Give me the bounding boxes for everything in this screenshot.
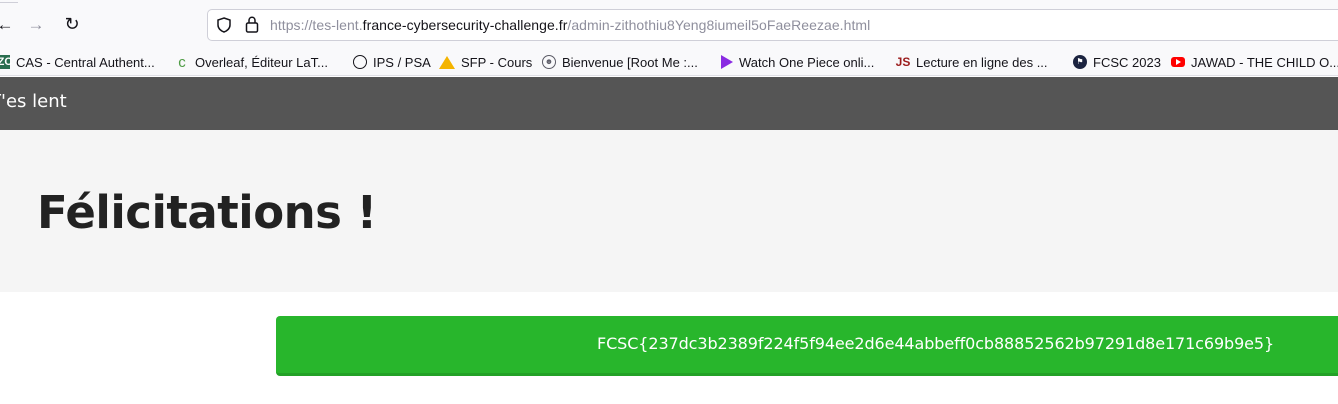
bookmark-label: IPS / PSA	[373, 54, 431, 70]
bookmark-jawad[interactable]: JAWAD - THE CHILD O...	[1171, 52, 1338, 72]
tracking-protection-shield-icon[interactable]	[217, 17, 231, 33]
reload-icon[interactable]: ↻	[61, 13, 83, 35]
url-domain: france-cybersecurity-challenge.fr	[362, 17, 568, 33]
flag-text: FCSC{237dc3b2389f224f5f94ee2d6e44abbeff0…	[597, 334, 1275, 353]
bookmark-root-me[interactable]: ☻ Bienvenue [Root Me :...	[542, 52, 698, 72]
url-subdomain: tes-lent.	[312, 17, 363, 33]
root-me-favicon-icon: ☻	[542, 55, 556, 69]
fcsc-favicon-icon: ⚑	[1073, 55, 1087, 69]
bookmark-lecture[interactable]: JS Lecture en ligne des ...	[896, 52, 1048, 72]
bookmark-label: Overleaf, Éditeur LaT...	[195, 54, 328, 70]
bookmark-sfp-cours[interactable]: SFP - Cours	[439, 52, 532, 72]
url-scheme: https://	[270, 17, 313, 33]
lock-icon[interactable]	[245, 16, 259, 33]
bookmark-label: CAS - Central Authent...	[16, 54, 155, 70]
tab-edge	[0, 0, 18, 3]
browser-toolbar: ← → ↻ https://tes-lent.france-cybersecur…	[0, 0, 1338, 48]
forward-arrow-icon[interactable]: →	[25, 13, 47, 35]
bookmark-one-piece[interactable]: Watch One Piece onli...	[719, 52, 874, 72]
bookmark-label: JAWAD - THE CHILD O...	[1191, 54, 1338, 70]
youtube-favicon-icon	[1171, 57, 1185, 67]
bookmark-overleaf[interactable]: ϲ Overleaf, Éditeur LaT...	[175, 52, 328, 72]
site-navbar: T'es lent	[0, 77, 1338, 130]
page-title: Félicitations !	[37, 186, 377, 239]
bookmark-label: FCSC 2023	[1093, 54, 1161, 70]
site-brand-link[interactable]: T'es lent	[0, 91, 67, 112]
bookmark-ips-psa[interactable]: IPS / PSA	[353, 52, 431, 72]
bookmark-label: SFP - Cours	[461, 54, 533, 70]
play-favicon-icon	[721, 55, 733, 69]
back-arrow-icon[interactable]: ←	[0, 13, 16, 35]
bookmark-fcsc-2023[interactable]: ⚑ FCSC 2023	[1073, 52, 1161, 72]
bookmark-label: Lecture en ligne des ...	[916, 54, 1048, 70]
overleaf-favicon-icon: ϲ	[178, 53, 186, 71]
bookmark-cas[interactable]: ZC CAS - Central Authent...	[0, 52, 155, 72]
url-path: /admin-zithothiu8Yeng8iumeil5oFaeReezae.…	[567, 17, 871, 33]
hero-jumbotron: Félicitations !	[0, 130, 1338, 292]
address-bar[interactable]: https://tes-lent.france-cybersecurity-ch…	[207, 9, 1338, 41]
bookmark-label: Watch One Piece onli...	[739, 54, 875, 70]
flag-alert: FCSC{237dc3b2389f224f5f94ee2d6e44abbeff0…	[276, 316, 1338, 376]
cas-favicon-icon: ZC	[0, 55, 12, 69]
url-text[interactable]: https://tes-lent.france-cybersecurity-ch…	[270, 17, 870, 33]
bookmarks-bar: ZC CAS - Central Authent... ϲ Overleaf, …	[0, 48, 1338, 76]
globe-icon	[353, 55, 367, 69]
js-favicon-icon: JS	[895, 55, 911, 69]
bookmark-label: Bienvenue [Root Me :...	[562, 54, 698, 70]
google-drive-favicon-icon	[439, 55, 455, 69]
